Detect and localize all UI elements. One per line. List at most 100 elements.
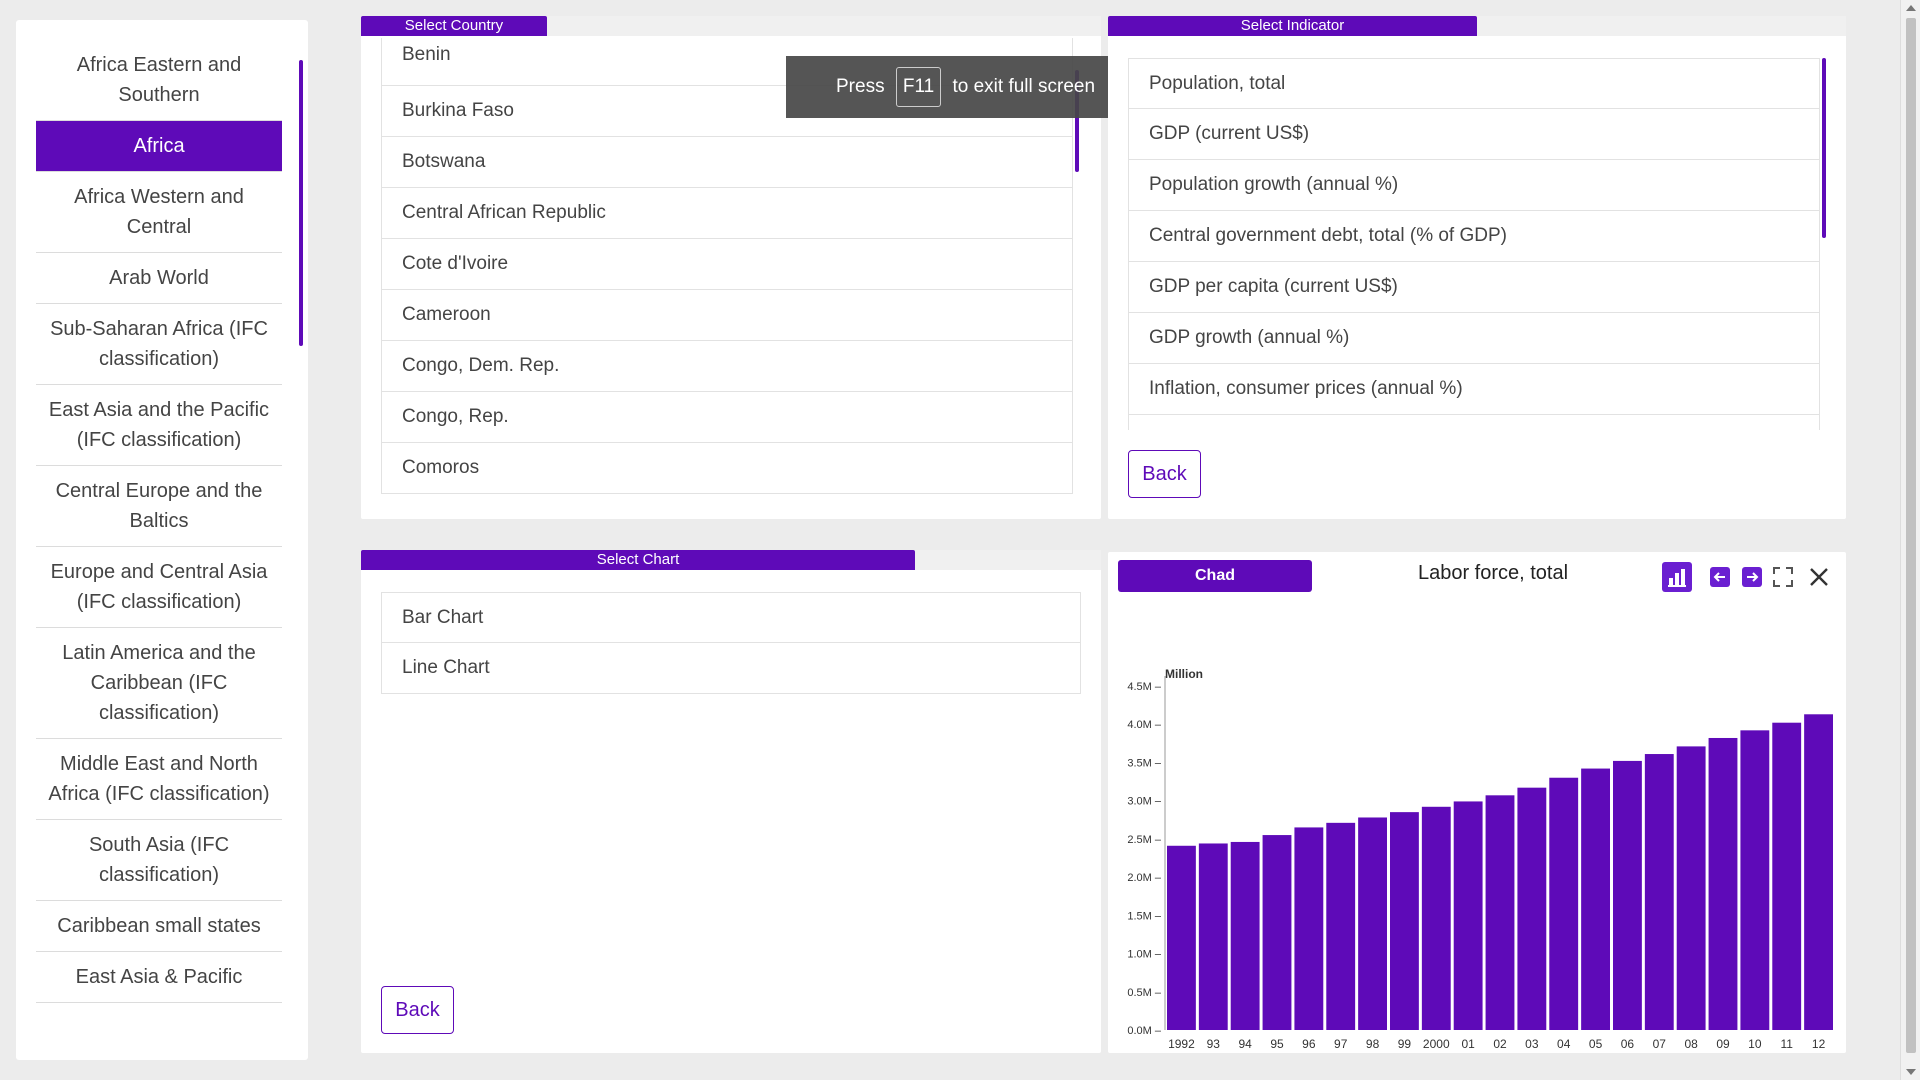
y-tick-label: 2.0M – — [1127, 872, 1162, 884]
region-item[interactable]: Middle East and North Africa (IFC classi… — [36, 739, 282, 820]
labor-force-bar-chart: Million 0.0M – 0.5M – 1.0M – 1.5M – 2.0M – 2.… — [1127, 667, 1833, 1051]
bar[interactable] — [1676, 746, 1706, 1030]
x-tick-label: 11 — [1780, 1037, 1793, 1051]
x-tick-label: 03 — [1525, 1037, 1539, 1051]
region-item[interactable]: Africa Western and Central — [36, 172, 282, 253]
page-scroll-thumb[interactable] — [1906, 18, 1916, 1053]
x-tick-label: 98 — [1366, 1037, 1380, 1051]
region-item[interactable]: Africa Eastern and Southern — [36, 40, 282, 121]
bar[interactable] — [1230, 841, 1260, 1030]
fullscreen-icon[interactable] — [1772, 566, 1794, 588]
x-tick-label: 01 — [1461, 1037, 1475, 1051]
y-tick-label: 4.0M – — [1127, 719, 1162, 731]
x-tick-label: 1992 — [1168, 1037, 1195, 1051]
bar[interactable] — [1740, 730, 1770, 1030]
x-tick-label: 10 — [1748, 1037, 1762, 1051]
region-item[interactable]: South Asia (IFC classification) — [36, 820, 282, 901]
bar[interactable] — [1517, 787, 1547, 1030]
bar[interactable] — [1453, 801, 1483, 1030]
region-item[interactable]: East Asia and the Pacific (IFC classific… — [36, 385, 282, 466]
bar[interactable] — [1167, 845, 1196, 1030]
country-item[interactable]: Cameroon — [381, 290, 1073, 341]
region-item[interactable]: Latin America and the Caribbean (IFC cla… — [36, 628, 282, 739]
country-item[interactable]: Comoros — [381, 443, 1073, 494]
bar[interactable] — [1198, 843, 1228, 1030]
page-scrollbar[interactable] — [1900, 0, 1920, 1080]
region-item[interactable]: Europe and Central Asia (IFC classificat… — [36, 547, 282, 628]
region-list: Africa Eastern and Southern Africa Afric… — [36, 40, 298, 1058]
x-tick-label: 96 — [1302, 1037, 1316, 1051]
chart-type-item[interactable]: Bar Chart — [381, 592, 1081, 643]
region-item[interactable]: Arab World — [36, 253, 282, 304]
chart-unit-label: Million — [1165, 667, 1203, 681]
country-tab[interactable]: Select Country — [361, 16, 547, 36]
region-item[interactable]: Central Europe and the Baltics — [36, 466, 282, 547]
y-tick-label: 1.5M – — [1127, 910, 1162, 922]
bar[interactable] — [1581, 768, 1610, 1030]
region-scrollbar[interactable] — [299, 60, 303, 346]
y-tick-label: 2.5M – — [1127, 834, 1162, 846]
indicator-tab[interactable]: Select Indicator — [1108, 16, 1477, 36]
country-item[interactable]: Central African Republic — [381, 188, 1073, 239]
scroll-up-icon[interactable] — [1906, 5, 1916, 11]
bar[interactable] — [1390, 812, 1419, 1030]
indicator-panel: Select Indicator Population, total GDP (… — [1108, 16, 1846, 519]
previous-arrow-icon[interactable] — [1710, 567, 1730, 587]
country-item[interactable]: Congo, Rep. — [381, 392, 1073, 443]
bar[interactable] — [1262, 835, 1292, 1030]
indicator-item[interactable]: Central government debt, total (% of GDP… — [1128, 211, 1820, 262]
country-item[interactable]: Botswana — [381, 137, 1073, 188]
bar[interactable] — [1326, 822, 1356, 1030]
bar[interactable] — [1804, 714, 1833, 1030]
indicator-scrollbar[interactable] — [1822, 58, 1826, 238]
indicator-list: Population, total GDP (current US$) Popu… — [1128, 58, 1820, 430]
bar[interactable] — [1613, 760, 1642, 1030]
region-item[interactable]: Caribbean small states — [36, 901, 282, 952]
indicator-back-button[interactable]: Back — [1128, 450, 1201, 498]
toast-text: to exit full screen — [952, 76, 1096, 97]
x-tick-label: 06 — [1621, 1037, 1635, 1051]
bar[interactable] — [1549, 777, 1579, 1030]
close-icon[interactable] — [1806, 564, 1832, 590]
y-tick-label: 3.5M – — [1127, 757, 1162, 769]
x-tick-label: 07 — [1653, 1037, 1667, 1051]
indicator-item[interactable]: GDP (current US$) — [1128, 109, 1820, 160]
y-tick-label: 0.0M – — [1127, 1025, 1162, 1037]
y-tick-label: 4.5M – — [1127, 681, 1162, 693]
country-pill: Chad — [1118, 560, 1312, 592]
bar[interactable] — [1358, 817, 1387, 1030]
chart-type-list: Bar Chart Line Chart — [381, 592, 1081, 696]
region-item-active[interactable]: Africa — [36, 121, 282, 172]
indicator-item[interactable]: Population, total — [1128, 58, 1820, 109]
y-tick-label: 3.0M – — [1127, 796, 1162, 808]
region-item[interactable]: Sub-Saharan Africa (IFC classification) — [36, 304, 282, 385]
x-tick-label: 94 — [1238, 1037, 1252, 1051]
chart-type-tab[interactable]: Select Chart — [361, 550, 915, 570]
scroll-down-icon[interactable] — [1906, 1069, 1916, 1075]
x-tick-label: 12 — [1812, 1037, 1826, 1051]
bar-chart-icon[interactable] — [1662, 562, 1692, 592]
bar[interactable] — [1708, 737, 1738, 1030]
bar[interactable] — [1644, 754, 1674, 1030]
indicator-item[interactable]: GDP growth (annual %) — [1128, 313, 1820, 364]
chart-card: Chad Labor force, total Million 0.0M – 0.… — [1108, 552, 1846, 1053]
indicator-item[interactable]: Population growth (annual %) — [1128, 160, 1820, 211]
bar[interactable] — [1772, 722, 1802, 1030]
region-item[interactable]: East Asia & Pacific — [36, 952, 282, 1003]
next-arrow-icon[interactable] — [1742, 567, 1762, 587]
country-item[interactable]: Congo, Dem. Rep. — [381, 341, 1073, 392]
toast-press: Press — [836, 76, 885, 97]
chart-type-item[interactable]: Line Chart — [381, 643, 1081, 694]
indicator-item[interactable] — [1128, 415, 1820, 430]
bar[interactable] — [1294, 827, 1324, 1030]
toast-key: F11 — [895, 67, 942, 107]
country-item[interactable]: Cote d'Ivoire — [381, 239, 1073, 290]
y-tick-label: 1.0M – — [1127, 949, 1162, 961]
bar[interactable] — [1421, 806, 1451, 1030]
chart-back-button[interactable]: Back — [381, 986, 454, 1034]
y-tick-label: 0.5M – — [1127, 987, 1162, 999]
bar[interactable] — [1485, 795, 1515, 1030]
indicator-item[interactable]: GDP per capita (current US$) — [1128, 262, 1820, 313]
indicator-item[interactable]: Inflation, consumer prices (annual %) — [1128, 364, 1820, 415]
x-tick-label: 99 — [1398, 1037, 1412, 1051]
